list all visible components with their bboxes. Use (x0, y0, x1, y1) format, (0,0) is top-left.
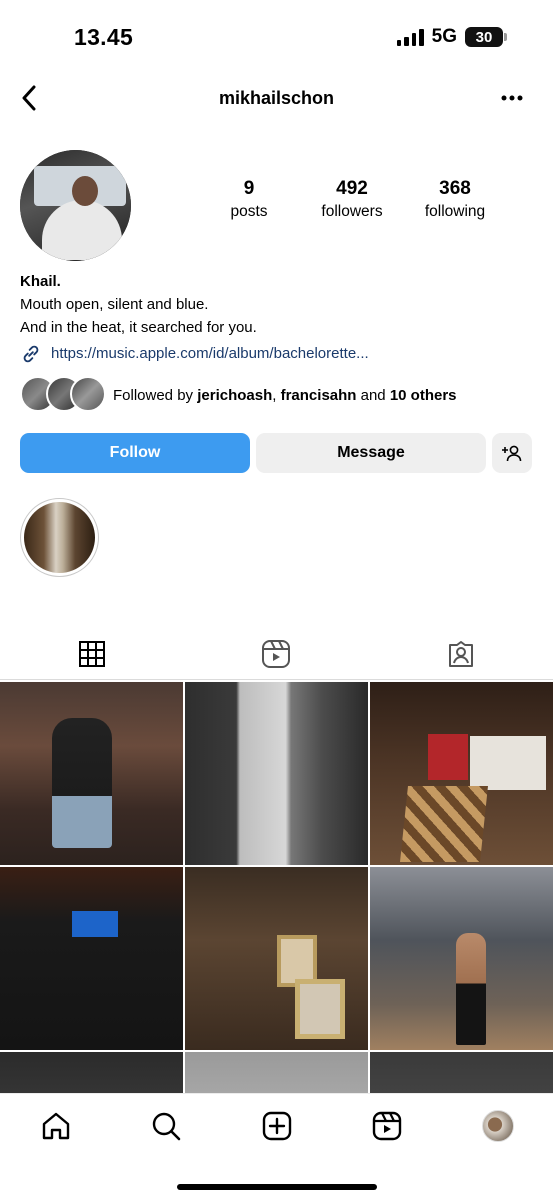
network-type: 5G (431, 26, 457, 47)
nav-create[interactable] (259, 1108, 295, 1144)
post-thumbnail[interactable] (370, 867, 553, 1050)
post-thumbnail[interactable] (0, 867, 183, 1050)
display-name: Khail. (20, 273, 61, 290)
battery-icon: 30 (465, 27, 507, 47)
nav-reels[interactable] (369, 1108, 405, 1144)
post-thumbnail[interactable] (0, 682, 183, 865)
nav-home[interactable] (38, 1108, 74, 1144)
mutual-user: francisahn (280, 386, 357, 404)
stat-label: followers (321, 203, 383, 220)
tab-reels[interactable] (184, 628, 368, 680)
post-thumbnail[interactable] (185, 682, 368, 865)
mutual-user: jerichoash (197, 386, 273, 404)
stat-value: 492 (336, 178, 368, 199)
grid-icon (79, 641, 106, 667)
username-title: mikhailschon (218, 88, 335, 108)
link-icon (20, 343, 42, 365)
profile-stats: 9 posts 492 followers 368 following (196, 178, 536, 221)
stat-value: 368 (439, 178, 471, 199)
suggest-user-button[interactable] (492, 433, 532, 473)
followed-by-text: Followed by jerichoash, francisahn and 1… (113, 386, 457, 404)
nav-search[interactable] (148, 1108, 184, 1144)
story-highlight[interactable] (20, 498, 99, 577)
bio-link-text[interactable]: https://music.apple.com/id/album/bachelo… (51, 342, 369, 365)
status-indicators: 5G 30 (396, 26, 507, 48)
bio-link[interactable]: https://music.apple.com/id/album/bachelo… (20, 342, 540, 365)
tab-posts[interactable] (0, 628, 185, 680)
tab-tagged[interactable] (369, 628, 553, 680)
status-time: 13.45 (74, 24, 134, 50)
highlight-cover (24, 502, 95, 573)
stat-label: following (424, 203, 486, 220)
posts-count[interactable]: 9 posts (196, 178, 302, 221)
profile-avatar[interactable] (20, 150, 131, 261)
post-thumbnail[interactable] (185, 867, 368, 1050)
cellular-signal-icon (396, 28, 424, 46)
nav-profile[interactable] (480, 1108, 516, 1144)
profile-avatar-icon (482, 1110, 514, 1142)
bio-line: And in the heat, it searched for you. (20, 319, 257, 336)
avatar (70, 376, 106, 412)
tabs-divider (0, 679, 553, 680)
add-person-icon (502, 445, 522, 462)
profile-bio: Khail. Mouth open, silent and blue. And … (20, 270, 540, 365)
profile-actions: Follow Message (20, 433, 532, 473)
mutual-followers[interactable]: Followed by jerichoash, francisahn and 1… (20, 376, 457, 414)
home-indicator (177, 1184, 377, 1190)
reels-icon (262, 640, 291, 668)
profile-tabs (0, 628, 553, 680)
stat-label: posts (230, 203, 268, 220)
follow-button[interactable]: Follow (20, 433, 250, 473)
status-bar: 13.45 5G 30 (0, 0, 553, 70)
following-count[interactable]: 368 following (402, 178, 508, 221)
search-icon (152, 1112, 181, 1141)
home-icon (42, 1112, 70, 1140)
profile-header: mikhailschon (0, 80, 553, 116)
mutual-avatars (20, 376, 106, 414)
bio-line: Mouth open, silent and blue. (20, 296, 209, 313)
post-thumbnail[interactable] (370, 682, 553, 865)
reels-icon (372, 1111, 402, 1141)
message-button[interactable]: Message (256, 433, 486, 473)
stat-value: 9 (243, 178, 255, 199)
battery-level: 30 (475, 28, 493, 46)
followers-count[interactable]: 492 followers (302, 178, 402, 221)
more-options-icon[interactable] (499, 86, 525, 110)
tagged-icon (448, 641, 473, 667)
create-icon (262, 1111, 292, 1141)
mutual-others: 10 others (389, 386, 457, 404)
